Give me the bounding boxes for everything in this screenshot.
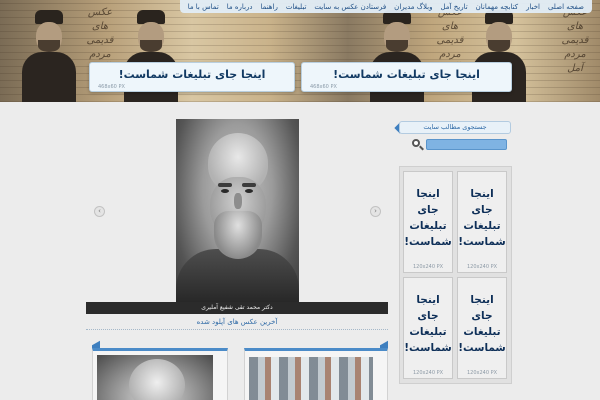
site-header: عکس های قدیمی مردم آمل عکس های قدیمی مرد… bbox=[0, 0, 600, 102]
recent-photos-title: آخرین عکس های آپلود شده bbox=[86, 318, 388, 330]
nav-item-about[interactable]: درباره ما bbox=[223, 3, 257, 11]
banner-text: اینجا جای تبلیغات شماست! bbox=[333, 68, 480, 81]
recent-photo-thumbnail bbox=[97, 355, 213, 400]
nav-item-help[interactable]: راهنما bbox=[257, 3, 282, 11]
header-portrait bbox=[22, 10, 76, 102]
ad-size: 120x240 PX bbox=[466, 264, 498, 270]
header-ad-banner[interactable]: اینجا جای تبلیغات شماست! 468x60 PX bbox=[89, 62, 295, 92]
slider-caption: دکتر محمد تقی شفیع آملیری bbox=[86, 302, 388, 314]
banner-size: 468x60 PX bbox=[98, 84, 125, 90]
recent-photo-card[interactable] bbox=[92, 348, 228, 400]
search-icon[interactable] bbox=[411, 138, 424, 151]
recent-photo-card[interactable] bbox=[244, 348, 388, 400]
sidebar-ads: اینجا جای تبلیغات شماست! 120x240 PX اینج… bbox=[399, 166, 512, 384]
sidebar-ad[interactable]: اینجا جای تبلیغات شماست! 120x240 PX bbox=[457, 171, 507, 273]
sidebar-ad[interactable]: اینجا جای تبلیغات شماست! 120x240 PX bbox=[403, 171, 453, 273]
ad-text: اینجا جای تبلیغات شماست! bbox=[458, 294, 506, 354]
nav-item-ads[interactable]: تبلیغات bbox=[282, 3, 311, 11]
top-navigation: صفحه اصلی اخبار کتابچه مهمانان تاریخ آمل… bbox=[179, 0, 592, 13]
ad-size: 120x240 PX bbox=[466, 370, 498, 376]
nav-item-guestbook[interactable]: کتابچه مهمانان bbox=[472, 3, 522, 11]
banner-text: اینجا جای تبلیغات شماست! bbox=[118, 68, 266, 81]
recent-photo-thumbnail bbox=[249, 357, 373, 400]
ad-size: 120x240 PX bbox=[412, 264, 444, 270]
nav-item-news[interactable]: اخبار bbox=[522, 3, 544, 11]
nav-item-contact[interactable]: تماس با ما bbox=[184, 3, 223, 11]
sidebar-ad[interactable]: اینجا جای تبلیغات شماست! 120x240 PX bbox=[457, 277, 507, 379]
search-widget-title: جستجوی مطالب سایت bbox=[399, 121, 511, 134]
ad-text: اینجا جای تبلیغات شماست! bbox=[458, 188, 506, 248]
header-calligraphy: عکس های قدیمی مردم آمل bbox=[561, 7, 589, 74]
nav-item-send-photo[interactable]: فرستادن عکس به سایت bbox=[310, 3, 390, 11]
nav-item-admins-blog[interactable]: وبلاگ مدیران bbox=[390, 3, 436, 11]
slider-next-button[interactable]: › bbox=[370, 206, 381, 217]
ad-size: 120x240 PX bbox=[412, 370, 444, 376]
header-ad-banner[interactable]: اینجا جای تبلیغات شماست! 468x60 PX bbox=[301, 62, 512, 92]
slider-prev-button[interactable]: ‹ bbox=[94, 206, 105, 217]
ad-text: اینجا جای تبلیغات شماست! bbox=[404, 188, 452, 248]
ad-text: اینجا جای تبلیغات شماست! bbox=[404, 294, 452, 354]
banner-size: 468x60 PX bbox=[310, 84, 337, 90]
sidebar-ad[interactable]: اینجا جای تبلیغات شماست! 120x240 PX bbox=[403, 277, 453, 379]
nav-item-amol-history[interactable]: تاریخ آمل bbox=[437, 3, 472, 11]
nav-item-home[interactable]: صفحه اصلی bbox=[544, 3, 588, 11]
search-input[interactable] bbox=[426, 139, 507, 150]
slider-photo[interactable] bbox=[176, 119, 299, 302]
